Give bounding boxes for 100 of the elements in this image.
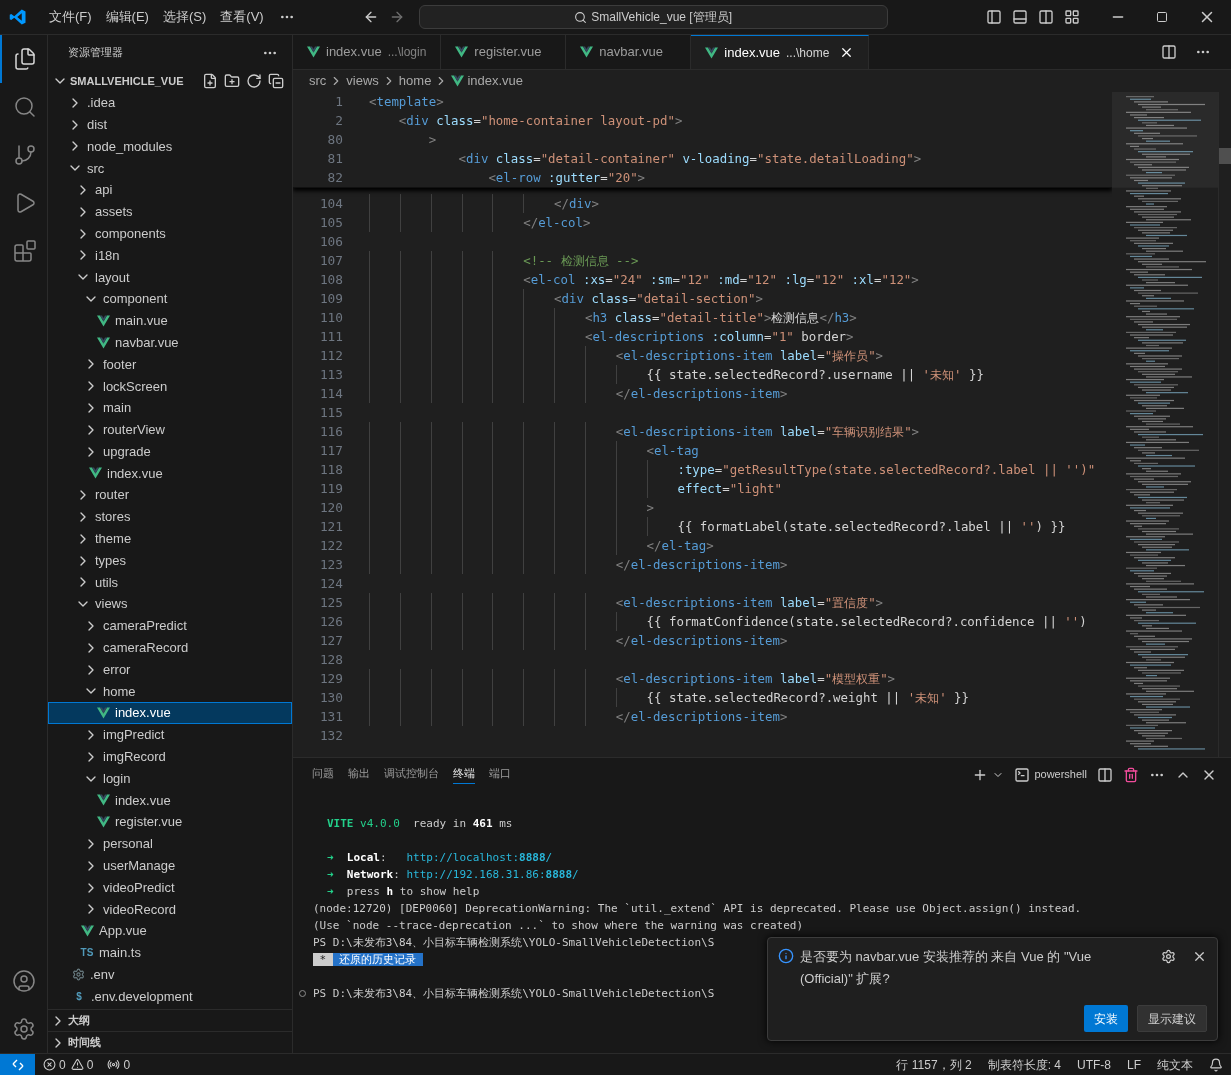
maximize-icon[interactable] bbox=[1156, 11, 1168, 23]
close-icon[interactable] bbox=[1192, 949, 1207, 964]
tree-item[interactable]: views bbox=[48, 593, 292, 616]
tree-item[interactable]: types bbox=[48, 549, 292, 572]
status-item[interactable]: UTF-8 bbox=[1077, 1055, 1111, 1074]
menu-item[interactable]: 查看(V) bbox=[213, 7, 271, 27]
tree-item[interactable]: main.vue bbox=[48, 309, 292, 332]
v-logo-icon bbox=[96, 314, 110, 327]
status-item[interactable]: 纯文本 bbox=[1157, 1055, 1193, 1074]
v-logo-icon bbox=[96, 707, 110, 720]
notification-button[interactable]: 安装 bbox=[1084, 1005, 1128, 1032]
line-number: 130 bbox=[318, 688, 343, 707]
tree-item[interactable]: error bbox=[48, 658, 292, 681]
breadcrumb-item[interactable]: home bbox=[398, 71, 432, 91]
ports-indicator[interactable]: 0 bbox=[107, 1055, 131, 1074]
layout-grid-icon[interactable] bbox=[1064, 9, 1080, 25]
tree-item[interactable]: videoRecord bbox=[48, 898, 292, 921]
panel-tab[interactable]: 端口 bbox=[489, 764, 511, 785]
split-terminal-icon[interactable] bbox=[1097, 766, 1113, 783]
tree-item[interactable]: cameraPredict bbox=[48, 615, 292, 637]
tree-item[interactable]: login bbox=[48, 767, 292, 790]
tree-item[interactable]: dist bbox=[48, 113, 292, 136]
tree-item[interactable]: layout bbox=[48, 266, 292, 289]
editor-tab[interactable]: register.vue bbox=[441, 35, 567, 69]
panel-tab[interactable]: 问题 bbox=[312, 764, 334, 785]
tree-item[interactable]: .env bbox=[48, 963, 292, 986]
scrollbar-thumb[interactable] bbox=[1219, 148, 1231, 164]
code-line: </el-descriptions-item> bbox=[369, 555, 788, 574]
refresh-icon[interactable] bbox=[246, 73, 262, 89]
split-layout-icon[interactable] bbox=[1038, 9, 1054, 25]
tree-item[interactable]: component bbox=[48, 288, 292, 310]
tree-item[interactable]: footer bbox=[48, 353, 292, 376]
settings-icon[interactable] bbox=[1161, 949, 1176, 964]
project-name[interactable]: SMALLVEHICLE_VUE bbox=[70, 72, 184, 90]
status-item[interactable]: 行 1157，列 2 bbox=[896, 1055, 972, 1074]
tree-item[interactable]: navbar.vue bbox=[48, 331, 292, 354]
tree-item[interactable]: src bbox=[48, 157, 292, 180]
tree-item[interactable]: imgPredict bbox=[48, 724, 292, 746]
panel-tab[interactable]: 输出 bbox=[348, 764, 370, 785]
status-item[interactable]: 制表符长度: 4 bbox=[987, 1055, 1061, 1074]
account-icon[interactable] bbox=[11, 969, 36, 993]
line-number: 107 bbox=[318, 251, 343, 270]
tree-item[interactable]: $ .env.development bbox=[48, 985, 292, 1008]
menu-item[interactable]: 选择(S) bbox=[155, 7, 214, 27]
trash-icon[interactable] bbox=[1123, 766, 1139, 783]
tree-item[interactable]: main bbox=[48, 397, 292, 419]
problems-indicator[interactable]: 0 0 bbox=[43, 1055, 94, 1074]
sidebar-toggle-icon[interactable] bbox=[986, 9, 1002, 25]
tree-item[interactable]: routerView bbox=[48, 418, 292, 441]
panel-toggle-icon[interactable] bbox=[1012, 9, 1028, 25]
status-item[interactable]: LF bbox=[1127, 1055, 1141, 1074]
tree-item[interactable]: i18n bbox=[48, 244, 292, 267]
panel-tab[interactable]: 调试控制台 bbox=[384, 764, 439, 785]
code-line: {{ state.selectedRecord?.weight || '未知' }} bbox=[369, 688, 969, 707]
tree-item[interactable]: imgRecord bbox=[48, 745, 292, 768]
tree-item[interactable]: api bbox=[48, 179, 292, 201]
tree-item[interactable]: assets bbox=[48, 201, 292, 223]
tree-item[interactable]: node_modules bbox=[48, 135, 292, 158]
tree-item[interactable]: cameraRecord bbox=[48, 636, 292, 659]
editor-tab[interactable]: index.vue ...\home bbox=[691, 35, 870, 69]
tree-item[interactable]: App.vue bbox=[48, 920, 292, 943]
tree-item[interactable]: home bbox=[48, 680, 292, 703]
tree-item[interactable]: TS main.ts bbox=[48, 942, 292, 964]
terminal-line: PS D:\未发布3\84、小目标车辆检测系统\YOLO-SmallVehicleDetection\S bbox=[313, 986, 715, 1002]
tree-item[interactable]: utils bbox=[48, 571, 292, 594]
section-header[interactable]: 时间线 bbox=[48, 1031, 292, 1053]
line-number: 125 bbox=[318, 593, 343, 612]
tree-item[interactable]: .idea bbox=[48, 92, 292, 114]
tree-item[interactable]: index.vue bbox=[48, 789, 292, 812]
tree-item[interactable]: videoPredict bbox=[48, 876, 292, 899]
tree-item[interactable]: router bbox=[48, 484, 292, 507]
breadcrumb-item[interactable]: views bbox=[346, 71, 379, 91]
tree-item[interactable]: index.vue bbox=[48, 702, 292, 725]
bell-icon[interactable] bbox=[1209, 1057, 1223, 1072]
breadcrumb-item[interactable]: src bbox=[309, 71, 327, 91]
tree-item[interactable]: theme bbox=[48, 527, 292, 550]
terminal-selector[interactable]: powershell bbox=[1014, 766, 1087, 783]
notification-button[interactable]: 显示建议 bbox=[1137, 1005, 1207, 1032]
breadcrumb-item[interactable]: index.vue bbox=[467, 71, 524, 91]
tree-item[interactable]: userManage bbox=[48, 854, 292, 877]
v-logo-icon bbox=[455, 46, 469, 58]
tree-item[interactable]: upgrade bbox=[48, 440, 292, 463]
tree-item[interactable]: lockScreen bbox=[48, 375, 292, 398]
new-file-icon[interactable] bbox=[202, 73, 218, 89]
collapse-all-icon[interactable] bbox=[268, 73, 284, 89]
code-line: {{ formatConfidence(state.selectedRecord?.confidence || '') bbox=[369, 612, 1087, 631]
menu-item[interactable]: 文件(F) bbox=[42, 7, 99, 27]
tree-item[interactable]: register.vue bbox=[48, 811, 292, 834]
tree-item[interactable]: stores bbox=[48, 506, 292, 528]
tree-item[interactable]: components bbox=[48, 222, 292, 245]
editor-tab[interactable]: index.vue ...\login bbox=[293, 35, 442, 69]
panel-tab[interactable]: 终端 bbox=[453, 764, 475, 785]
tree-item[interactable]: index.vue bbox=[48, 462, 292, 485]
split-editor-icon[interactable] bbox=[1161, 44, 1177, 60]
tree-item[interactable]: personal bbox=[48, 833, 292, 855]
menu-item[interactable]: 编辑(E) bbox=[98, 7, 156, 27]
settings-icon[interactable] bbox=[11, 1017, 36, 1041]
new-folder-icon[interactable] bbox=[224, 73, 240, 89]
section-header[interactable]: 大纲 bbox=[48, 1009, 292, 1031]
command-center[interactable]: SmallVehicle_vue [管理员] bbox=[418, 5, 888, 29]
